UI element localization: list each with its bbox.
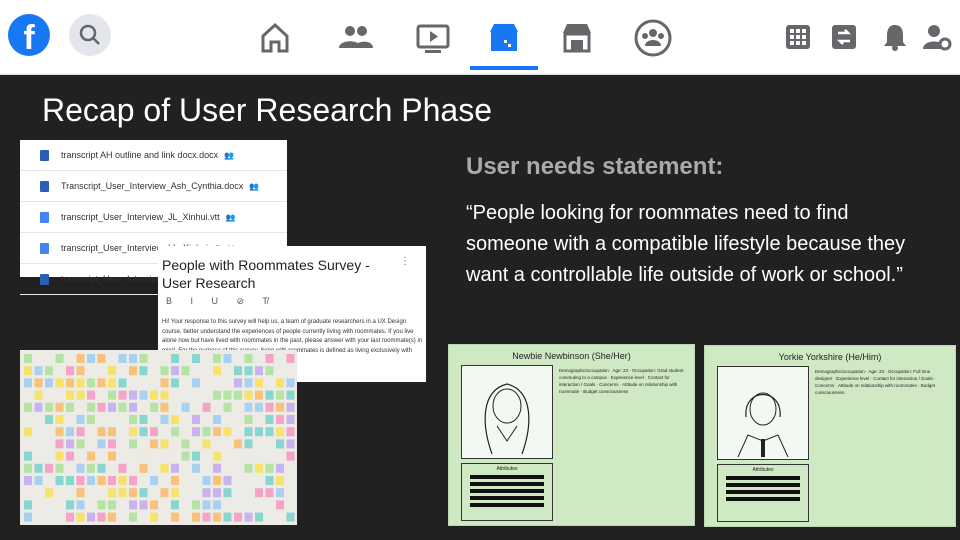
watch-icon[interactable] bbox=[413, 18, 453, 58]
word-doc-icon bbox=[40, 273, 49, 285]
word-doc-icon bbox=[40, 180, 49, 192]
search-button[interactable] bbox=[69, 14, 111, 56]
survey-title: People with Roommates Survey - User Rese… bbox=[162, 257, 370, 291]
more-options-icon[interactable]: ⋮ bbox=[400, 256, 410, 267]
groups-icon[interactable] bbox=[633, 18, 673, 58]
text-format-toolbar[interactable]: B I U ⊘ T̸ bbox=[166, 296, 276, 307]
persona-details: Demographic/occupation · Age: 23 · Occup… bbox=[815, 369, 936, 395]
file-name: Transcript_User_Interview_Ash_Cynthia.do… bbox=[61, 181, 244, 191]
attributes-box: Attributes bbox=[461, 463, 553, 521]
shared-icon: 👥 bbox=[225, 212, 236, 222]
list-item[interactable]: Transcript_User_Interview_Ash_Cynthia.do… bbox=[20, 171, 287, 202]
persona-portrait bbox=[461, 365, 553, 459]
shared-icon: 👥 bbox=[249, 181, 260, 191]
shared-icon: 👥 bbox=[224, 150, 235, 160]
file-name: transcript_User_Interview bbox=[61, 274, 164, 284]
active-tab-indicator bbox=[470, 66, 538, 70]
list-item[interactable]: transcript_User_Interview_JL_Xinhui.vtt 👥 bbox=[20, 202, 287, 233]
persona-details: Demographic/occupation · Age: 23 · Occup… bbox=[559, 368, 684, 394]
marketplace-icon[interactable] bbox=[484, 18, 524, 58]
persona-name: Newbie Newbinson (She/Her) bbox=[512, 351, 631, 361]
slide-title: Recap of User Research Phase bbox=[42, 92, 492, 128]
attributes-label: Attributes bbox=[496, 466, 518, 472]
home-icon[interactable] bbox=[255, 18, 295, 58]
shop-icon[interactable] bbox=[557, 18, 597, 58]
persona-card-yorkie: Yorkie Yorkshire (He/Him) Attributes Dem… bbox=[704, 345, 956, 527]
user-needs-heading: User needs statement: bbox=[466, 153, 724, 180]
friends-icon[interactable] bbox=[335, 18, 375, 58]
attributes-box: Attributes bbox=[717, 464, 809, 522]
user-needs-quote: “People looking for roommates need to fi… bbox=[466, 202, 906, 286]
search-icon bbox=[79, 24, 100, 45]
affinity-map-board bbox=[20, 350, 297, 525]
persona-card-newbie: Newbie Newbinson (She/Her) Attributes De… bbox=[448, 344, 695, 526]
menu-grid-icon[interactable] bbox=[783, 22, 813, 52]
persona-name: Yorkie Yorkshire (He/Him) bbox=[778, 352, 882, 362]
persona-portrait bbox=[717, 366, 809, 460]
word-doc-icon bbox=[40, 149, 49, 161]
notifications-icon[interactable] bbox=[880, 22, 910, 52]
file-name: transcript_User_Interview_JL_Xinhui.vtt bbox=[61, 212, 220, 222]
file-name: transcript AH outline and link docx.docx bbox=[61, 150, 219, 160]
list-item[interactable]: transcript AH outline and link docx.docx… bbox=[20, 140, 287, 171]
sticky-notes-graphic bbox=[24, 354, 295, 522]
facebook-top-bar: f bbox=[0, 0, 960, 75]
google-doc-icon bbox=[40, 211, 49, 223]
account-settings-icon[interactable] bbox=[922, 22, 952, 52]
google-doc-icon bbox=[40, 242, 49, 254]
facebook-logo[interactable]: f bbox=[8, 14, 50, 56]
messenger-icon[interactable] bbox=[829, 22, 859, 52]
attributes-label: Attributes bbox=[752, 467, 774, 473]
